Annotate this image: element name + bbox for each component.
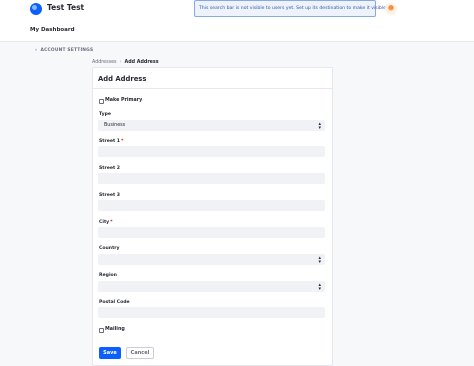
dashboard-bar: My Dashboard	[0, 18, 474, 42]
city-label-text: City	[99, 220, 110, 225]
add-address-card	[92, 67, 333, 366]
cancel-button[interactable]: Cancel	[126, 347, 154, 359]
user-icon[interactable]: ☻	[385, 3, 397, 15]
city-input[interactable]	[98, 227, 325, 238]
account-settings-label: ACCOUNT SETTINGS	[40, 48, 94, 53]
mailing-label: Mailing	[105, 327, 125, 332]
breadcrumb: Addresses › Add Address	[92, 60, 159, 65]
country-label: Country	[99, 246, 120, 251]
title-divider	[92, 88, 333, 89]
make-primary-label: Make Primary	[105, 98, 143, 103]
select-caret-icon: ▴ ▾	[318, 254, 321, 265]
city-label: City*	[99, 220, 113, 225]
street-2-label: Street 2	[99, 166, 120, 171]
postal-code-input[interactable]	[98, 307, 325, 318]
dashboard-title[interactable]: My Dashboard	[30, 27, 75, 33]
site-name[interactable]: Test Test	[47, 3, 84, 12]
save-button[interactable]: Save	[99, 347, 121, 359]
country-select[interactable]: ▴ ▾	[98, 254, 325, 265]
breadcrumb-addresses[interactable]: Addresses	[92, 60, 117, 65]
make-primary-checkbox[interactable]	[99, 98, 104, 104]
search-bar-notice: This search bar is not visible to users …	[194, 0, 387, 17]
type-select[interactable]: Business ▴ ▾	[98, 120, 325, 131]
select-caret-icon: ▴ ▾	[318, 120, 321, 131]
type-select-value: Business	[104, 123, 126, 128]
street-1-input[interactable]	[98, 146, 325, 157]
account-settings-back-link[interactable]: ‹ ACCOUNT SETTINGS	[35, 48, 93, 53]
required-marker: *	[121, 139, 124, 144]
street-3-label: Street 3	[99, 193, 120, 198]
street-3-input[interactable]	[98, 200, 325, 211]
region-label: Region	[99, 273, 117, 278]
street-2-input[interactable]	[98, 173, 325, 184]
type-label: Type	[99, 112, 111, 117]
breadcrumb-separator: ›	[119, 60, 122, 65]
top-navigation-bar: Test Test This search bar is not visible…	[0, 0, 474, 18]
street-1-label: Street 1*	[99, 139, 123, 144]
region-select[interactable]: ▴ ▾	[98, 281, 325, 292]
select-caret-icon: ▴ ▾	[318, 281, 321, 292]
required-marker: *	[110, 220, 113, 225]
mailing-checkbox[interactable]	[99, 327, 104, 333]
postal-code-label: Postal Code	[99, 300, 130, 305]
street-1-label-text: Street 1	[99, 139, 120, 144]
page-title: Add Address	[98, 75, 147, 83]
breadcrumb-current: Add Address	[124, 60, 159, 65]
site-logo-icon[interactable]	[30, 3, 42, 15]
